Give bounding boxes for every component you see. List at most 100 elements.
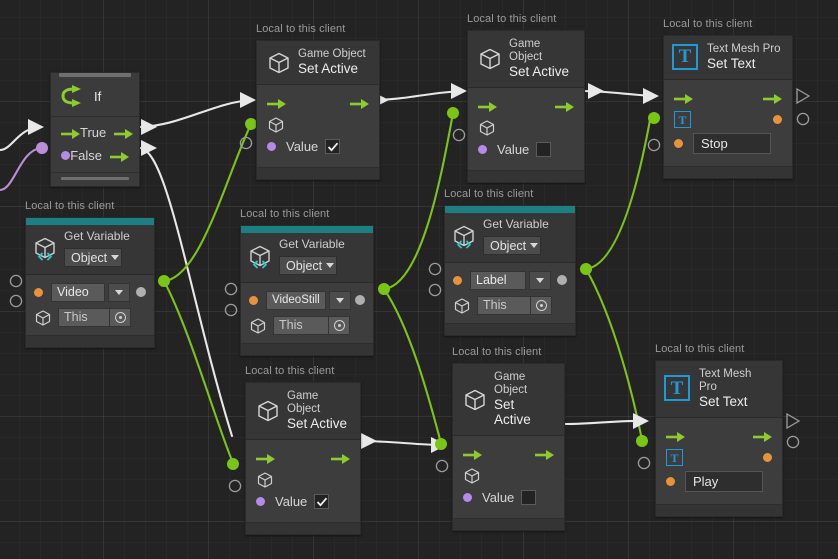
bool-input-port[interactable] <box>267 142 276 152</box>
unconnected-value-in-port[interactable] <box>435 459 449 473</box>
unconnected-flow-out-port[interactable] <box>786 413 800 429</box>
value-checkbox[interactable] <box>521 490 537 506</box>
variable-dropdown-button[interactable] <box>529 270 551 290</box>
flow-in-arrow-icon[interactable] <box>267 97 286 109</box>
game-object-port-icon[interactable] <box>453 297 470 314</box>
text-mesh-pro-port-icon[interactable]: T <box>674 111 691 129</box>
value-checkbox[interactable] <box>536 142 552 158</box>
source-field[interactable]: This <box>58 307 110 327</box>
flow-out-false-arrow-icon[interactable] <box>110 150 129 162</box>
port-row-text[interactable]: Play <box>656 469 782 495</box>
port-row-variable[interactable]: Label <box>445 269 575 291</box>
port-row-flow[interactable] <box>257 92 379 114</box>
game-object-port-icon[interactable] <box>478 119 495 136</box>
node-set-active-bottom-left[interactable]: Local to this client Game Object Set Act… <box>245 365 361 535</box>
bool-input-port[interactable] <box>478 145 487 155</box>
variable-dropdown-button[interactable] <box>329 290 351 310</box>
unconnected-input-port[interactable] <box>9 294 23 308</box>
bool-input-port[interactable] <box>256 497 265 507</box>
flow-out-arrow-icon[interactable] <box>350 97 369 109</box>
source-field[interactable]: This <box>273 315 329 335</box>
variable-name-field[interactable]: Video <box>51 282 105 302</box>
string-output-port[interactable] <box>773 115 782 125</box>
variable-output-port[interactable] <box>355 295 365 306</box>
variable-kind-dropdown[interactable]: Object <box>64 248 122 268</box>
variable-output-port[interactable] <box>136 287 146 298</box>
flow-in-arrow-icon[interactable] <box>674 92 693 104</box>
text-input[interactable]: Play <box>685 471 763 493</box>
unconnected-value-out-port[interactable] <box>796 112 810 126</box>
port-row-variable[interactable]: Video <box>26 281 154 303</box>
unconnected-value-in-port[interactable] <box>647 138 661 152</box>
node-get-variable-video[interactable]: Local to this client Get Variable Object… <box>25 200 155 349</box>
source-field[interactable]: This <box>477 295 531 315</box>
value-checkbox[interactable] <box>325 139 341 155</box>
port-row-target[interactable] <box>246 469 360 491</box>
game-object-port-icon[interactable] <box>249 317 266 334</box>
variable-kind-dropdown[interactable]: Object <box>279 256 337 276</box>
object-picker-button[interactable] <box>530 295 552 315</box>
port-row-flow[interactable] <box>246 447 360 469</box>
node-get-variable-videostill[interactable]: Local to this client Get Variable Object… <box>240 208 374 357</box>
string-input-port[interactable] <box>666 477 675 487</box>
node-set-active-top-mid[interactable]: Local to this client Game Object Set Act… <box>467 13 585 183</box>
flow-out-arrow-icon[interactable] <box>753 430 772 442</box>
variable-output-port[interactable] <box>557 275 567 286</box>
unconnected-value-in-port[interactable] <box>452 128 466 142</box>
bool-input-port[interactable] <box>463 493 472 503</box>
string-output-port[interactable] <box>763 453 772 463</box>
unconnected-input-port[interactable] <box>428 262 442 276</box>
string-input-port[interactable] <box>674 139 683 149</box>
unconnected-value-in-port[interactable] <box>228 479 242 493</box>
flow-in-arrow-icon[interactable] <box>256 452 275 464</box>
port-row-variable[interactable]: VideoStill <box>241 289 373 311</box>
port-row-target[interactable] <box>257 114 379 136</box>
variable-name-input-port[interactable] <box>453 275 462 285</box>
port-row-true[interactable]: True <box>51 121 139 144</box>
flow-out-arrow-icon[interactable] <box>555 100 574 112</box>
node-set-active-top-left[interactable]: Local to this client Game Object Set Act… <box>256 23 380 180</box>
object-picker-button[interactable] <box>328 315 350 335</box>
flow-out-arrow-icon[interactable] <box>763 92 782 104</box>
text-input[interactable]: Stop <box>693 133 771 155</box>
port-row-value[interactable]: Value <box>468 139 584 161</box>
variable-dropdown-button[interactable] <box>108 282 130 302</box>
flow-in-arrow-icon[interactable] <box>463 448 482 460</box>
port-row-value[interactable]: Value <box>453 487 564 509</box>
game-object-port-icon[interactable] <box>34 309 51 326</box>
port-row-target[interactable]: T <box>656 447 782 469</box>
flow-in-arrow-icon[interactable] <box>666 430 685 442</box>
unconnected-flow-out-port[interactable] <box>796 88 810 104</box>
unconnected-input-port[interactable] <box>224 303 238 317</box>
text-mesh-pro-port-icon[interactable]: T <box>666 449 683 467</box>
node-set-active-bottom-mid[interactable]: Local to this client Game Object Set Act… <box>452 346 565 531</box>
port-row-target[interactable]: T <box>664 109 792 131</box>
port-row-target[interactable] <box>453 465 564 487</box>
port-row-source[interactable]: This <box>26 306 154 328</box>
variable-name-field[interactable]: VideoStill <box>266 290 326 310</box>
port-row-target[interactable] <box>468 117 584 139</box>
port-row-flow[interactable] <box>453 443 564 465</box>
flow-out-arrow-icon[interactable] <box>535 448 554 460</box>
port-row-text[interactable]: Stop <box>664 131 792 157</box>
unconnected-value-in-port[interactable] <box>637 456 651 470</box>
bool-input-port[interactable] <box>61 151 70 160</box>
variable-kind-dropdown[interactable]: Object <box>483 236 541 256</box>
unconnected-input-port[interactable] <box>9 274 23 288</box>
unconnected-input-port[interactable] <box>428 283 442 297</box>
game-object-port-icon[interactable] <box>267 116 284 134</box>
unconnected-value-in-port[interactable] <box>239 136 253 150</box>
node-if[interactable]: If True False <box>50 72 140 187</box>
flow-in-arrow-icon[interactable] <box>61 127 80 139</box>
node-text-mesh-pro-bottom-right[interactable]: Local to this client T Text Mesh Pro Set… <box>655 343 783 517</box>
port-row-value[interactable]: Value <box>246 491 360 513</box>
node-get-variable-label[interactable]: Local to this client Get Variable Object… <box>444 188 576 337</box>
port-row-source[interactable]: This <box>241 314 373 336</box>
port-row-flow[interactable] <box>656 425 782 447</box>
game-object-port-icon[interactable] <box>463 467 480 485</box>
flow-in-arrow-icon[interactable] <box>478 100 497 112</box>
object-picker-button[interactable] <box>109 307 131 327</box>
port-row-source[interactable]: This <box>445 294 575 316</box>
flow-out-true-arrow-icon[interactable] <box>114 127 134 139</box>
graph-canvas[interactable]: If True False Local to this client Game … <box>0 0 838 559</box>
